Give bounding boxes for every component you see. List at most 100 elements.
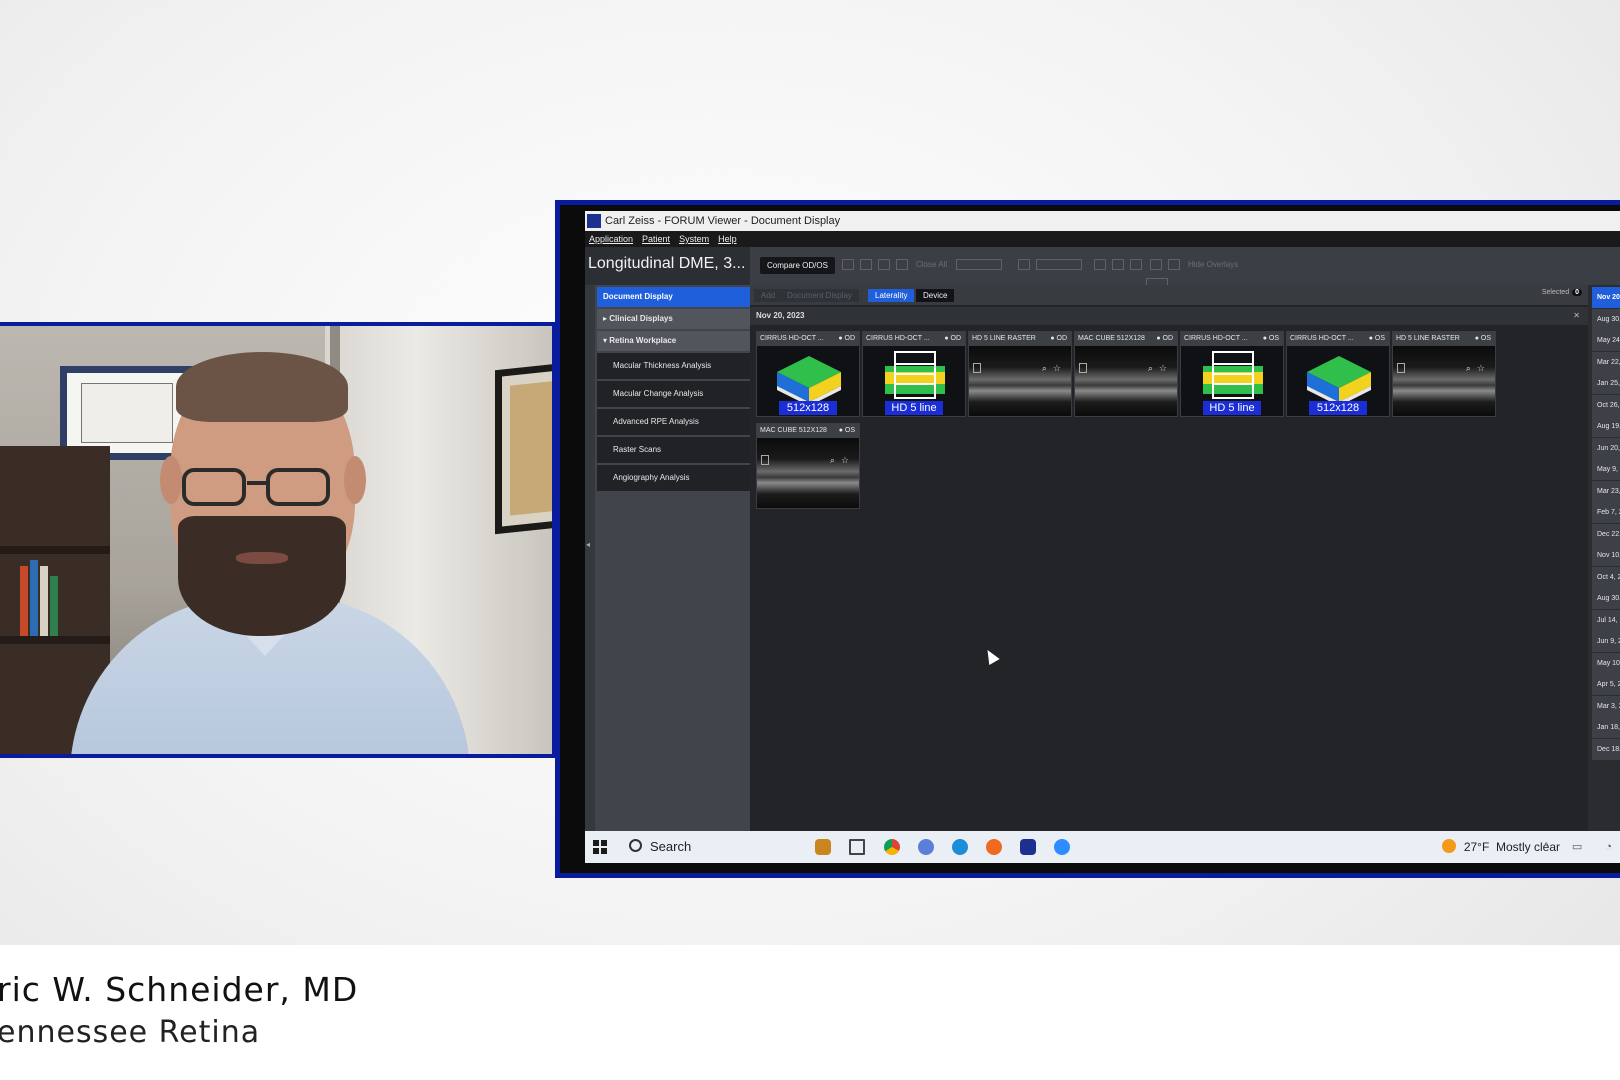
window-title: Carl Zeiss - FORUM Viewer - Document Dis… xyxy=(605,215,841,227)
visit-date-item[interactable]: Dec 22, 2021 xyxy=(1592,523,1620,545)
visit-date-item[interactable]: Aug 30, 2023 xyxy=(1592,308,1620,330)
visit-date-item[interactable]: Oct 26, 2022 xyxy=(1592,394,1620,416)
firefox-icon[interactable] xyxy=(986,839,1002,855)
comment-icon[interactable] xyxy=(1150,259,1162,270)
menu-application[interactable]: Application xyxy=(589,234,633,244)
visit-date-item[interactable]: Dec 18, 2020 xyxy=(1592,738,1620,760)
scan-thumbnail[interactable]: MAC CUBE 512X128 ● OS ⌕☆ xyxy=(756,423,860,509)
thumbnail-caption: MAC CUBE 512X128 ● OD xyxy=(1075,332,1177,346)
zoom-icon[interactable] xyxy=(1054,839,1070,855)
visit-date-item[interactable]: Jan 25, 2023 xyxy=(1592,373,1620,394)
comment-star-icons[interactable]: ⌕☆ xyxy=(1466,363,1491,374)
nav-macular-thickness[interactable]: Macular Thickness Analysis xyxy=(597,353,750,379)
selected-count: Selected 0 xyxy=(1542,289,1582,296)
system-tray[interactable]: ^ ▭ ◔ xyxy=(1544,840,1620,853)
scan-image: HD 5 line xyxy=(1181,346,1283,416)
visit-date-item[interactable]: Jun 20, 2022 xyxy=(1592,437,1620,459)
nav-raster-scans[interactable]: Raster Scans xyxy=(597,437,750,463)
fit-icon[interactable] xyxy=(1112,259,1124,270)
comment-star-icons[interactable]: ⌕☆ xyxy=(1042,363,1067,374)
star-icon[interactable] xyxy=(1168,259,1180,270)
scan-image: ⌕☆ xyxy=(1393,346,1495,416)
nav-retina-workplace[interactable]: ▾ Retina Workplace xyxy=(597,331,750,351)
thumbnail-caption: CIRRUS HD-OCT ... ● OS xyxy=(1181,332,1283,346)
device-toggle[interactable]: Device xyxy=(916,289,955,302)
nav-macular-change[interactable]: Macular Change Analysis xyxy=(597,381,750,407)
zoom-select[interactable] xyxy=(1036,259,1082,270)
menu-system[interactable]: System xyxy=(679,234,709,244)
close-icon[interactable]: ✕ xyxy=(1573,307,1580,325)
menu-patient[interactable]: Patient xyxy=(642,234,670,244)
visit-date-item[interactable]: Nov 20, 2023 xyxy=(1592,287,1620,308)
visit-date-item[interactable]: Mar 23, 2022 xyxy=(1592,480,1620,502)
filter-bar: Add Document Display Laterality Device S… xyxy=(750,285,1588,305)
add-button[interactable]: Add xyxy=(754,289,783,302)
upload-icon[interactable] xyxy=(896,259,908,270)
visit-date-item[interactable]: Feb 7, 2022 xyxy=(1592,502,1620,523)
close-all-button[interactable]: Close All xyxy=(916,260,947,269)
document-icon xyxy=(1397,363,1405,373)
zeiss-forum-icon[interactable] xyxy=(1020,839,1036,855)
eye-laterality: ● OS xyxy=(1474,335,1491,342)
menu-help[interactable]: Help xyxy=(718,234,737,244)
grid-select[interactable] xyxy=(956,259,1002,270)
nav-clinical-displays[interactable]: ▸ Clinical Displays xyxy=(597,309,750,329)
framed-poster xyxy=(495,361,552,535)
document-icon xyxy=(761,455,769,465)
visit-date-item[interactable]: May 10, 2021 xyxy=(1592,652,1620,674)
scan-thumbnail[interactable]: HD 5 LINE RASTER ● OD ⌕☆ xyxy=(968,331,1072,417)
scan-thumbnail[interactable]: CIRRUS HD-OCT ... ● OD 512x128 xyxy=(756,331,860,417)
laterality-toggle[interactable]: Laterality xyxy=(868,289,915,302)
scan-thumbnail[interactable]: HD 5 LINE RASTER ● OS ⌕☆ xyxy=(1392,331,1496,417)
copilot-icon[interactable] xyxy=(918,839,934,855)
nav-document-display[interactable]: Document Display xyxy=(597,287,750,307)
zoom-icon[interactable] xyxy=(1018,259,1030,270)
hide-overlays-button[interactable]: Hide Overlays xyxy=(1188,260,1238,269)
visit-date-item[interactable]: Jul 14, 2021 xyxy=(1592,609,1620,631)
document-icon xyxy=(973,363,981,373)
visit-date-item[interactable]: Jun 9, 2021 xyxy=(1592,631,1620,652)
visit-date-item[interactable]: May 9, 2022 xyxy=(1592,459,1620,480)
comment-star-icons[interactable]: ⌕☆ xyxy=(830,455,855,466)
scan-image: ⌕☆ xyxy=(969,346,1071,416)
nav-advanced-rpe[interactable]: Advanced RPE Analysis xyxy=(597,409,750,435)
export-icon[interactable] xyxy=(878,259,890,270)
visit-date-item[interactable]: Nov 10, 2021 xyxy=(1592,545,1620,566)
toolbar: Compare OD/OS Close All Hide Overlays xyxy=(750,247,1620,288)
scan-type-label: HD 5 line xyxy=(1203,401,1261,415)
scan-thumbnail[interactable]: MAC CUBE 512X128 ● OD ⌕☆ xyxy=(1074,331,1178,417)
edge-icon[interactable] xyxy=(952,839,968,855)
windows-start-icon[interactable] xyxy=(593,840,607,854)
briefcase-icon[interactable] xyxy=(815,839,831,855)
scan-thumbnail[interactable]: CIRRUS HD-OCT ... ● OS HD 5 line xyxy=(1180,331,1284,417)
zoom-in-icon[interactable] xyxy=(1094,259,1106,270)
document-display-filter[interactable]: Document Display xyxy=(780,289,859,302)
visit-date-item[interactable]: May 24, 2023 xyxy=(1592,330,1620,351)
eye-laterality: ● OS xyxy=(838,427,855,434)
scan-thumbnail[interactable]: CIRRUS HD-OCT ... ● OD HD 5 line xyxy=(862,331,966,417)
fullscreen-icon[interactable] xyxy=(1130,259,1142,270)
sidebar-collapse[interactable]: ◂ xyxy=(585,285,595,831)
visit-date-item[interactable]: Mar 3, 2021 xyxy=(1592,695,1620,717)
scan-thumbnail[interactable]: CIRRUS HD-OCT ... ● OS 512x128 xyxy=(1286,331,1390,417)
window-titlebar: Carl Zeiss - FORUM Viewer - Document Dis… xyxy=(585,211,1620,231)
chrome-icon[interactable] xyxy=(884,839,900,855)
visit-date-item[interactable]: Aug 30, 2021 xyxy=(1592,588,1620,609)
eye-laterality: ● OD xyxy=(838,335,855,342)
visit-date-item[interactable]: Apr 5, 2021 xyxy=(1592,674,1620,695)
taskbar-search[interactable]: Search xyxy=(621,835,791,859)
visit-date-item[interactable]: Jan 18, 2021 xyxy=(1592,717,1620,738)
nav-angiography[interactable]: Angiography Analysis xyxy=(597,465,750,491)
patient-title: Longitudinal DME, 3... xyxy=(588,255,746,272)
compare-od-os-button[interactable]: Compare OD/OS xyxy=(760,257,835,274)
visit-date-item[interactable]: Mar 22, 2023 xyxy=(1592,351,1620,373)
visit-date-item[interactable]: Oct 4, 2021 xyxy=(1592,566,1620,588)
layout-icon[interactable] xyxy=(842,259,854,270)
print-icon[interactable] xyxy=(860,259,872,270)
task-view-icon[interactable] xyxy=(849,839,865,855)
weather-widget[interactable]: 27°F Mostly clear xyxy=(1441,831,1560,863)
scan-image: 512x128 xyxy=(757,346,859,416)
visit-date-item[interactable]: Aug 19, 2022 xyxy=(1592,416,1620,437)
thumbnail-caption: CIRRUS HD-OCT ... ● OS xyxy=(1287,332,1389,346)
comment-star-icons[interactable]: ⌕☆ xyxy=(1148,363,1173,374)
